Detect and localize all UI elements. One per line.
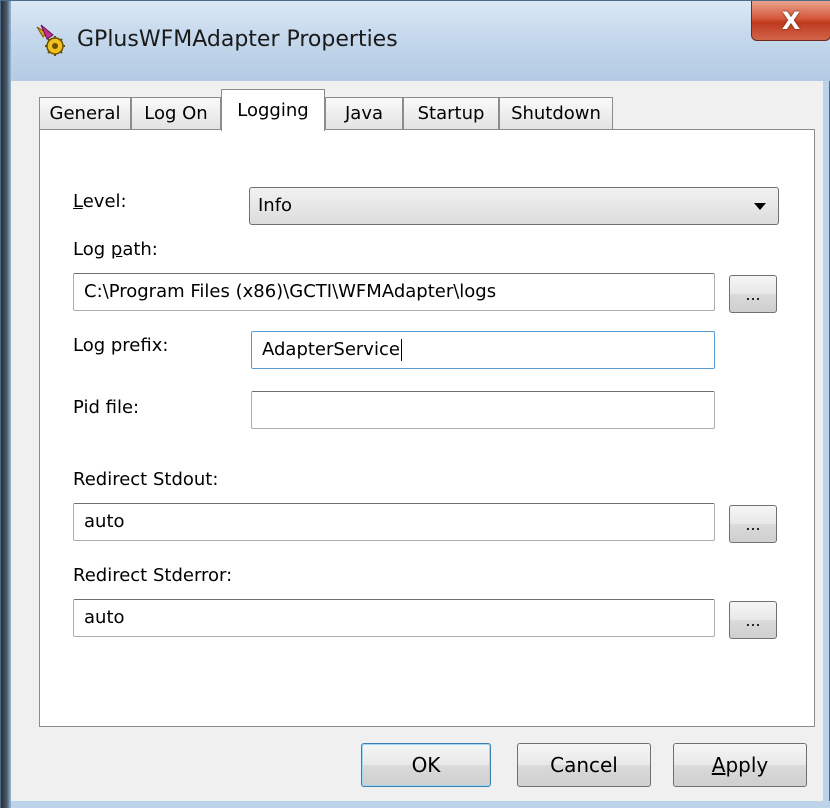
- apply-button[interactable]: Apply: [673, 743, 807, 787]
- level-dropdown[interactable]: Info: [249, 187, 779, 225]
- window-title: GPlusWFMAdapter Properties: [77, 27, 398, 52]
- pid-file-field[interactable]: [251, 391, 715, 429]
- chevron-down-icon: [754, 203, 766, 210]
- tab-shutdown[interactable]: Shutdown: [499, 97, 613, 129]
- window-bottom-border: [11, 801, 830, 808]
- log-path-label: Log path:: [73, 239, 158, 260]
- log-path-field[interactable]: C:\Program Files (x86)\GCTI\WFMAdapter\l…: [73, 273, 715, 311]
- log-prefix-field[interactable]: AdapterService: [251, 331, 715, 369]
- pid-file-label: Pid file:: [73, 397, 140, 418]
- redirect-stdout-field[interactable]: auto: [73, 503, 715, 541]
- redirect-stderror-field[interactable]: auto: [73, 599, 715, 637]
- ok-button[interactable]: OK: [361, 743, 491, 787]
- level-dropdown-value: Info: [258, 195, 293, 216]
- log-prefix-value: AdapterService: [262, 339, 400, 360]
- title-bar[interactable]: GPlusWFMAdapter Properties X: [11, 1, 830, 81]
- cancel-button[interactable]: Cancel: [517, 743, 651, 787]
- text-caret: [400, 339, 402, 361]
- redirect-stdout-browse-button[interactable]: ...: [729, 505, 777, 543]
- redirect-stdout-label: Redirect Stdout:: [73, 469, 219, 490]
- redirect-stderror-browse-button[interactable]: ...: [729, 601, 777, 639]
- tab-startup[interactable]: Startup: [403, 97, 499, 129]
- tab-general[interactable]: General: [39, 97, 131, 129]
- level-label: Level:: [73, 191, 127, 212]
- window-edge-shadow: [1, 1, 11, 808]
- log-path-browse-button[interactable]: ...: [729, 275, 777, 313]
- close-button[interactable]: X: [751, 1, 830, 41]
- tab-logging[interactable]: Logging: [221, 89, 325, 131]
- tab-log-on[interactable]: Log On: [131, 97, 221, 129]
- dialog-window: GPlusWFMAdapter Properties X General Log…: [0, 0, 830, 808]
- tab-java[interactable]: Java: [325, 97, 403, 129]
- service-app-icon: [36, 24, 65, 56]
- redirect-stderror-label: Redirect Stderror:: [73, 565, 233, 586]
- log-prefix-label: Log prefix:: [73, 335, 169, 356]
